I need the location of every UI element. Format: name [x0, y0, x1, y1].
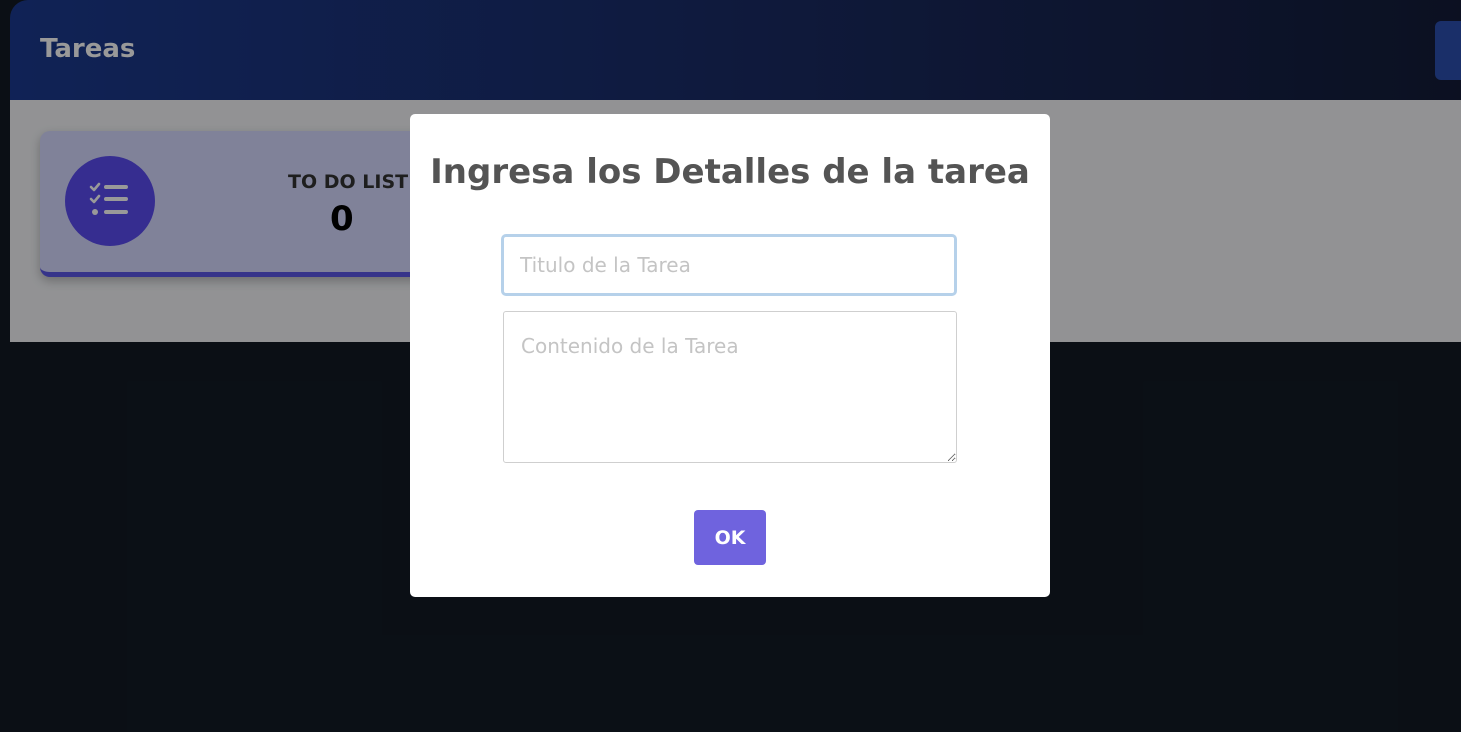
dialog-title: Ingresa los Detalles de la tarea — [430, 152, 1030, 192]
ok-button[interactable]: OK — [694, 510, 766, 565]
task-title-input[interactable] — [501, 234, 957, 296]
task-details-dialog: Ingresa los Detalles de la tarea OK — [410, 114, 1050, 597]
task-content-textarea[interactable] — [503, 311, 957, 463]
